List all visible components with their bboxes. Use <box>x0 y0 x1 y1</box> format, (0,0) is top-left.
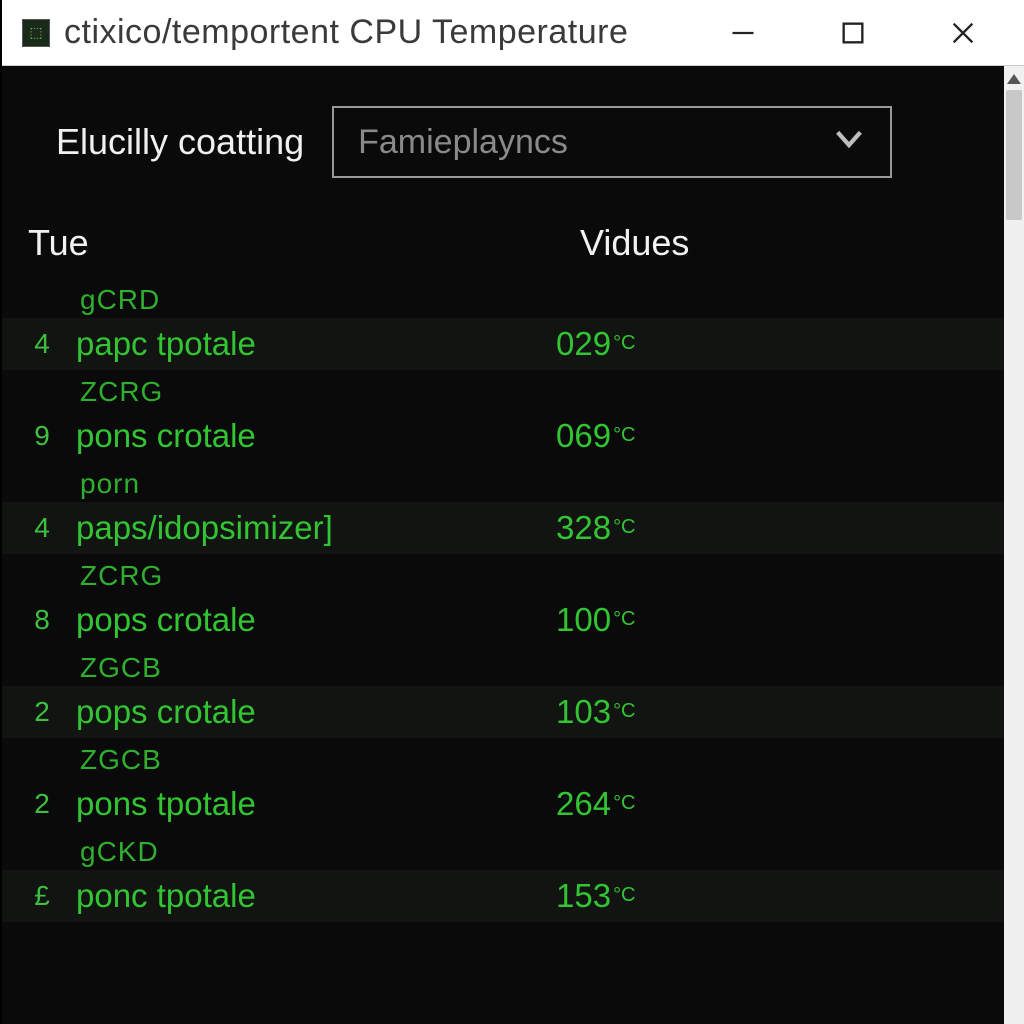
sensor-group-label: ZCRG <box>2 554 1004 594</box>
col-value-header: Vidues <box>580 222 1004 264</box>
row-index-badge: 8 <box>28 604 56 636</box>
minimize-button[interactable] <box>688 3 798 63</box>
sensor-value-unit: °C <box>613 608 635 631</box>
mode-select-value: Famieplayncs <box>358 123 568 162</box>
chevron-down-icon <box>832 121 866 164</box>
row-index-badge: 4 <box>28 328 56 360</box>
sensor-value-unit: °C <box>613 700 635 723</box>
sensor-value-number: 153 <box>556 877 611 915</box>
row-index-badge: 2 <box>28 696 56 728</box>
sensor-group-label: porn <box>2 462 1004 502</box>
sensor-group-label: ZGCB <box>2 646 1004 686</box>
sensor-group-label: ZCRG <box>2 370 1004 410</box>
titlebar: ⬚ ctixico/temportent CPU Temperature <box>2 0 1024 66</box>
row-index-badge: 2 <box>28 788 56 820</box>
sensor-value-number: 103 <box>556 693 611 731</box>
table-row[interactable]: 9 pons crotale069°C <box>2 410 1004 462</box>
close-icon <box>949 19 977 47</box>
row-index-badge: 4 <box>28 512 56 544</box>
sensor-group-label: ZGCB <box>2 738 1004 778</box>
sensor-value: 153°C <box>556 877 636 915</box>
table-row[interactable]: 2 pons tpotale264°C <box>2 778 1004 830</box>
sensor-value-unit: °C <box>613 516 635 539</box>
app-icon: ⬚ <box>22 19 50 47</box>
table-row[interactable]: 2 pops crotale103°C <box>2 686 1004 738</box>
sensor-value-unit: °C <box>613 332 635 355</box>
sensor-name: papc tpotale <box>76 325 556 363</box>
client-area: Elucilly coatting Famieplayncs Tue Vidue… <box>2 66 1024 1024</box>
sensor-value-unit: °C <box>613 792 635 815</box>
table-row[interactable]: 8 pops crotale100°C <box>2 594 1004 646</box>
sensor-group-label: gCRD <box>2 278 1004 318</box>
sensor-value: 328°C <box>556 509 636 547</box>
filter-row: Elucilly coatting Famieplayncs <box>2 106 1004 212</box>
sensor-name: paps/idopsimizer] <box>76 509 556 547</box>
sensor-name: pons tpotale <box>76 785 556 823</box>
maximize-icon <box>839 19 867 47</box>
sensor-value: 100°C <box>556 601 636 639</box>
sensor-value: 103°C <box>556 693 636 731</box>
content: Elucilly coatting Famieplayncs Tue Vidue… <box>2 66 1004 1024</box>
table-row[interactable]: £ ponc tpotale153°C <box>2 870 1004 922</box>
sensor-value: 264°C <box>556 785 636 823</box>
sensor-value-unit: °C <box>613 884 635 907</box>
sensor-value: 029°C <box>556 325 636 363</box>
sensor-value: 069°C <box>556 417 636 455</box>
scroll-thumb[interactable] <box>1006 90 1022 220</box>
window-title: ctixico/temportent CPU Temperature <box>64 13 688 52</box>
sensor-group-label: gCKD <box>2 830 1004 870</box>
mode-select[interactable]: Famieplayncs <box>332 106 892 178</box>
row-index-badge: 9 <box>28 420 56 452</box>
sensor-value-number: 328 <box>556 509 611 547</box>
filter-label: Elucilly coatting <box>56 121 304 163</box>
window-buttons <box>688 3 1018 63</box>
sensor-value-number: 100 <box>556 601 611 639</box>
table-body: gCRD4papc tpotale029°CZCRG9pons crotale0… <box>2 278 1004 922</box>
table-row[interactable]: 4 paps/idopsimizer]328°C <box>2 502 1004 554</box>
vertical-scrollbar[interactable] <box>1004 66 1024 1024</box>
minimize-icon <box>729 19 757 47</box>
sensor-name: ponc tpotale <box>76 877 556 915</box>
sensor-value-number: 264 <box>556 785 611 823</box>
app-window: ⬚ ctixico/temportent CPU Temperature Elu… <box>0 0 1024 1024</box>
sensor-value-number: 029 <box>556 325 611 363</box>
col-name-header: Tue <box>28 222 580 264</box>
close-button[interactable] <box>908 3 1018 63</box>
sensor-name: pons crotale <box>76 417 556 455</box>
table-row[interactable]: 4 papc tpotale029°C <box>2 318 1004 370</box>
maximize-button[interactable] <box>798 3 908 63</box>
sensor-name: pops crotale <box>76 601 556 639</box>
sensor-value-unit: °C <box>613 424 635 447</box>
sensor-name: pops crotale <box>76 693 556 731</box>
sensor-value-number: 069 <box>556 417 611 455</box>
table-header: Tue Vidues <box>2 212 1004 278</box>
row-index-badge: £ <box>28 880 56 912</box>
scroll-up-icon <box>1007 74 1021 84</box>
